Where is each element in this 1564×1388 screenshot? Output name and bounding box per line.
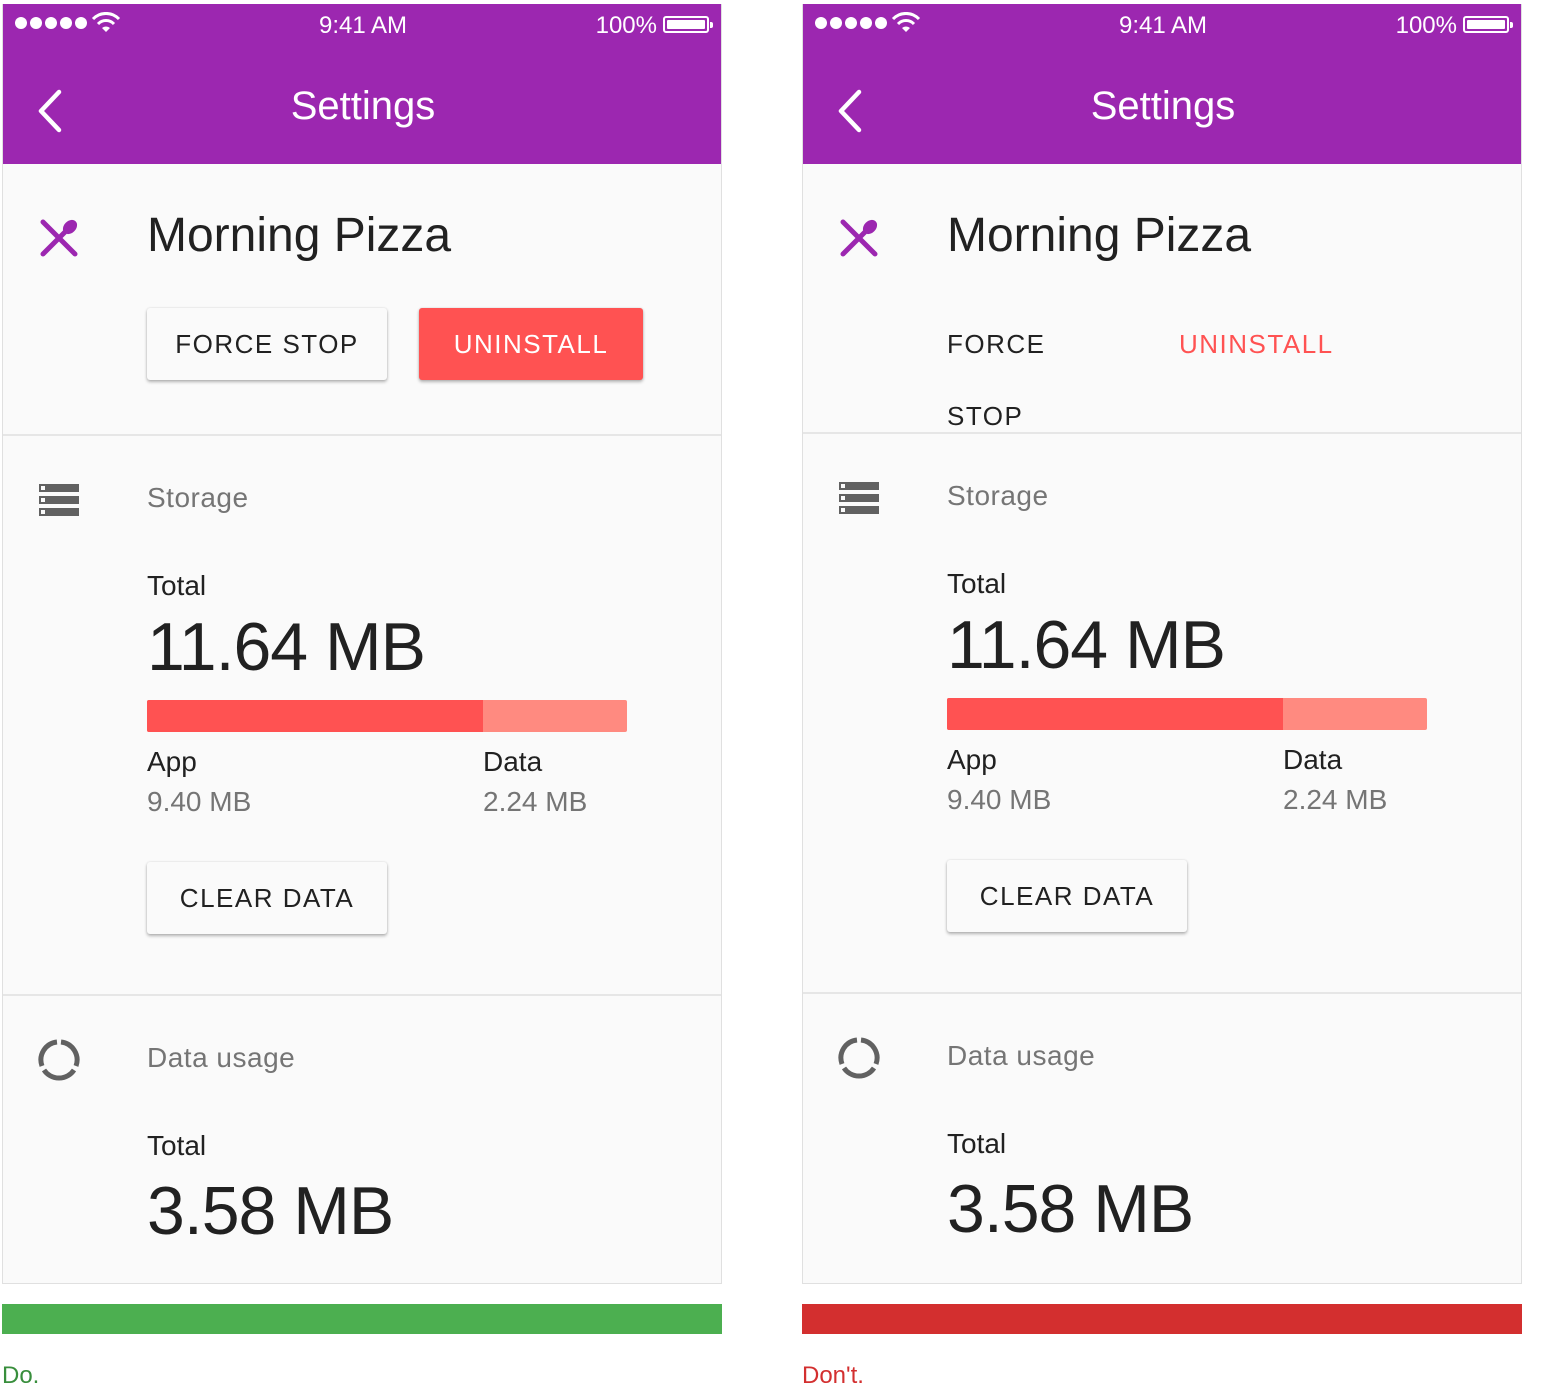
data-usage-section: Data usage Total 3.58 MB [803, 994, 1521, 1283]
storage-total-value: 11.64 MB [947, 607, 1226, 683]
force-stop-button[interactable]: FORCE STOP [947, 308, 1119, 431]
storage-icon [839, 482, 879, 514]
battery-percent: 100% [595, 12, 657, 39]
storage-total-value: 11.64 MB [147, 609, 426, 685]
uninstall-button[interactable]: UNINSTALL [1179, 308, 1349, 380]
page-title: Settings [290, 84, 436, 128]
do-indicator-bar [2, 1304, 722, 1334]
data-usage-total-value: 3.58 MB [147, 1173, 394, 1249]
page-title: Settings [1090, 84, 1236, 128]
app-size-value: 9.40 MB [147, 786, 252, 817]
clear-data-button[interactable]: CLEAR DATA [147, 862, 387, 934]
app-size-label: App [947, 744, 997, 775]
app-name: Morning Pizza [947, 209, 1252, 262]
app-bar: 9:41 AM 100% Settings [3, 4, 721, 164]
battery-percent: 100% [1395, 12, 1457, 39]
app-size-label: App [147, 746, 197, 777]
data-usage-label: Data usage [947, 1040, 1096, 1071]
app-info-section: Morning Pizza FORCE STOP UNINSTALL [803, 164, 1521, 434]
data-size-value: 2.24 MB [1283, 784, 1388, 815]
data-usage-label: Data usage [147, 1042, 296, 1073]
storage-total-label: Total [147, 570, 207, 601]
data-size-value: 2.24 MB [483, 786, 588, 817]
fork-spoon-icon [40, 219, 78, 257]
storage-usage-bar [947, 698, 1427, 730]
dont-indicator-bar [802, 1304, 1522, 1334]
data-usage-icon [38, 1039, 80, 1081]
data-usage-section: Data usage Total 3.58 MB [3, 996, 721, 1283]
storage-total-label: Total [947, 568, 1007, 599]
storage-app-segment [947, 698, 1283, 730]
data-size-label: Data [1283, 744, 1343, 775]
storage-label: Storage [147, 482, 249, 513]
storage-section: Storage Total 11.64 MB App 9.40 MB Data … [3, 436, 721, 996]
app-info-section: Morning Pizza FORCE STOP UNINSTALL [3, 164, 721, 436]
app-size-value: 9.40 MB [947, 784, 1052, 815]
battery-icon [663, 16, 713, 33]
storage-section: Storage Total 11.64 MB App 9.40 MB Data … [803, 434, 1521, 994]
status-bar: 9:41 AM 100% [803, 4, 1521, 44]
data-usage-total-label: Total [147, 1130, 207, 1161]
data-usage-total-value: 3.58 MB [947, 1171, 1194, 1247]
battery-icon [1463, 16, 1513, 33]
storage-icon [39, 484, 79, 516]
clear-data-button[interactable]: CLEAR DATA [947, 860, 1187, 932]
force-stop-button[interactable]: FORCE STOP [147, 308, 387, 380]
data-size-label: Data [483, 746, 543, 777]
app-name: Morning Pizza [147, 209, 452, 262]
app-bar: 9:41 AM 100% Settings [803, 4, 1521, 164]
data-usage-icon [838, 1037, 880, 1079]
phone-do-example: 9:41 AM 100% Settings Morning Pizza FORC… [2, 4, 722, 1284]
storage-usage-bar [147, 700, 627, 732]
dont-caption: Don't. [802, 1362, 864, 1388]
fork-spoon-icon [840, 219, 878, 257]
storage-label: Storage [947, 480, 1049, 511]
do-caption: Do. [2, 1362, 40, 1388]
phone-dont-example: 9:41 AM 100% Settings Morning Pizza FORC… [802, 4, 1522, 1284]
status-bar: 9:41 AM 100% [3, 4, 721, 44]
storage-app-segment [147, 700, 483, 732]
uninstall-button[interactable]: UNINSTALL [419, 308, 643, 380]
data-usage-total-label: Total [947, 1128, 1007, 1159]
